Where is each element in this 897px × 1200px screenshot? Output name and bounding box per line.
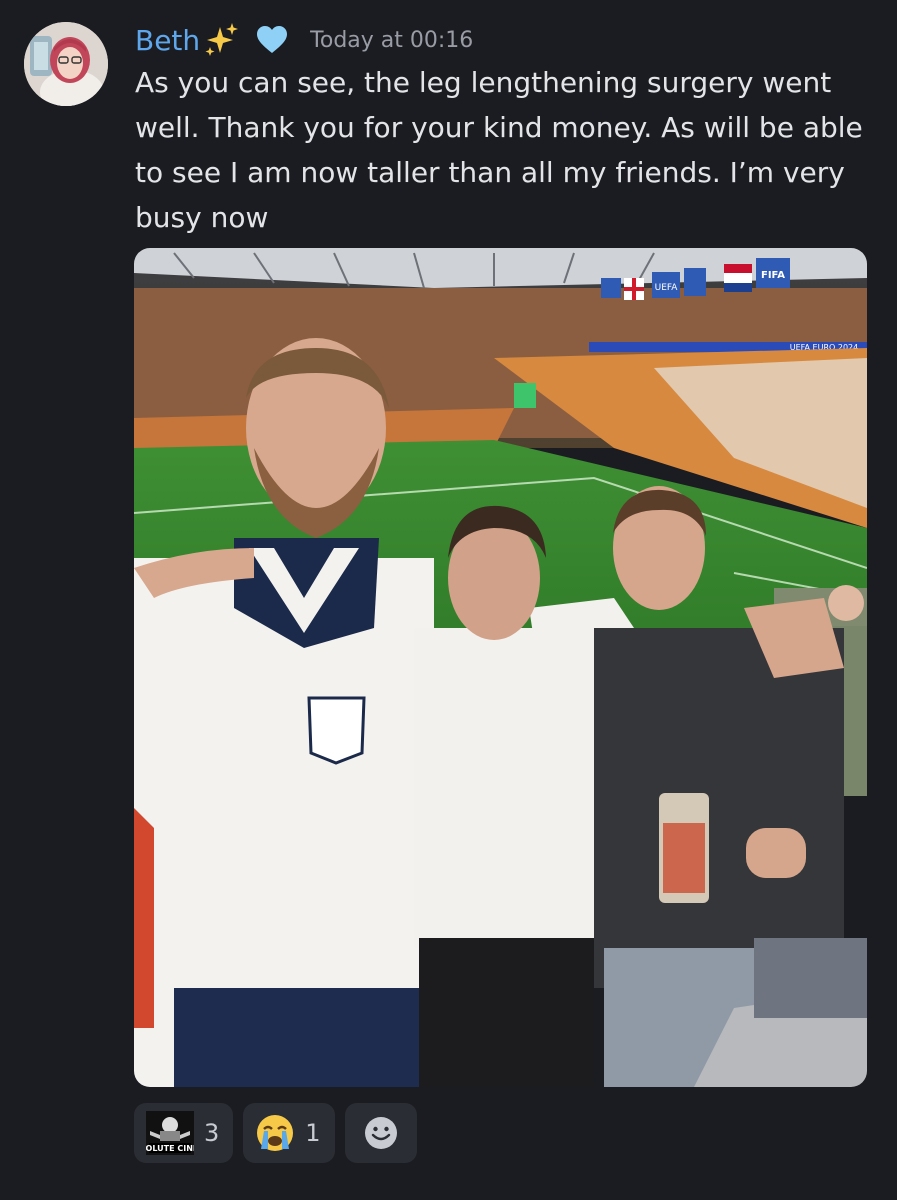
sparkles-icon bbox=[202, 21, 240, 59]
reactions-bar: ABSOLUTE CINEMA 3 1 bbox=[134, 1103, 417, 1163]
blue-heart-icon bbox=[256, 25, 288, 55]
reaction-loudly-crying[interactable]: 1 bbox=[243, 1103, 335, 1163]
fifa-board: FIFA bbox=[761, 270, 785, 281]
avatar[interactable] bbox=[24, 22, 108, 106]
stadium-photo: UEFA FIFA UEFA EURO 2024 bbox=[134, 248, 867, 1087]
timestamp: Today at 00:16 bbox=[310, 27, 474, 53]
sticker-caption: ABSOLUTE CINEMA bbox=[146, 1144, 194, 1153]
add-reaction-button[interactable] bbox=[344, 1103, 417, 1163]
reaction-absolute-cinema[interactable]: ABSOLUTE CINEMA 3 bbox=[134, 1103, 234, 1163]
reaction-count: 1 bbox=[305, 1119, 321, 1147]
add-reaction-smiley-icon bbox=[364, 1117, 397, 1149]
reaction-count: 3 bbox=[204, 1119, 220, 1147]
loudly-crying-face-icon bbox=[257, 1115, 294, 1151]
uefa-board: UEFA bbox=[655, 283, 679, 293]
avatar-image bbox=[24, 22, 108, 106]
username[interactable]: Beth bbox=[135, 24, 200, 57]
image-attachment[interactable]: UEFA FIFA UEFA EURO 2024 bbox=[134, 248, 867, 1087]
absolute-cinema-sticker: ABSOLUTE CINEMA bbox=[146, 1111, 194, 1155]
message-header: Beth Today at 00:16 bbox=[135, 18, 473, 62]
message-text: As you can see, the leg lengthening surg… bbox=[135, 66, 863, 234]
